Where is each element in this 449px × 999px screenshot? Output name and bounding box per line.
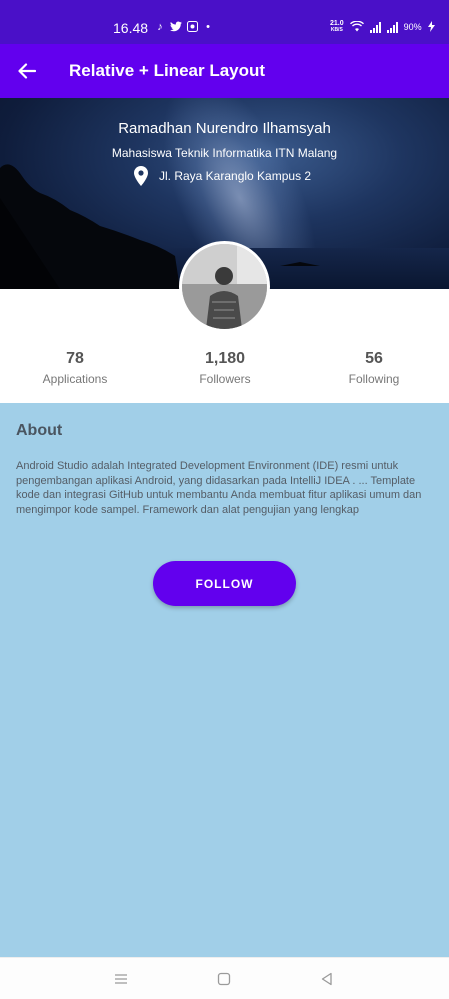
home-square-icon — [217, 972, 231, 986]
location-text: Jl. Raya Karanglo Kampus 2 — [159, 169, 312, 183]
about-section: About Android Studio adalah Integrated D… — [0, 403, 449, 957]
map-pin-icon — [134, 166, 148, 186]
follow-button[interactable]: FOLLOW — [153, 561, 296, 606]
avatar-photo — [182, 244, 267, 329]
system-nav-bar — [0, 957, 449, 999]
charging-icon — [427, 20, 435, 34]
stat-value: 78 — [66, 350, 84, 367]
profile-name: Ramadhan Nurendro Ilhamsyah — [118, 120, 331, 137]
twitter-icon — [170, 21, 182, 33]
status-bar: 16.48 ♪ • 21.0 KB/S 90% — [0, 0, 449, 44]
signal-icon — [386, 21, 398, 33]
notification-icons: ♪ • — [154, 21, 214, 33]
profile-subtitle: Mahasiswa Teknik Informatika ITN Malang — [111, 146, 338, 160]
profile-location: Jl. Raya Karanglo Kampus 2 — [133, 166, 311, 186]
system-icons: 21.0 KB/S 90% — [330, 20, 435, 34]
stat-label: Applications — [42, 372, 108, 386]
status-time: 16.48 — [113, 20, 149, 36]
stat-value: 1,180 — [204, 350, 246, 367]
net-speed: 21.0 KB/S — [330, 20, 344, 33]
about-text: Android Studio adalah Integrated Develop… — [16, 460, 422, 516]
menu-button[interactable] — [112, 970, 130, 988]
arrow-back-icon — [18, 63, 36, 79]
back-button[interactable] — [14, 58, 40, 84]
stat-label: Following — [348, 372, 400, 386]
app-title: Relative + Linear Layout — [69, 61, 266, 80]
stat-following[interactable]: 56 Following — [309, 350, 439, 386]
gallery-icon — [186, 21, 198, 33]
stat-followers[interactable]: 1,180 Followers — [160, 350, 290, 386]
stats-row: 78 Applications 1,180 Followers 56 Follo… — [0, 340, 449, 403]
stat-value: 56 — [365, 350, 383, 367]
stat-label: Followers — [199, 372, 251, 386]
back-nav-button[interactable] — [318, 970, 336, 988]
back-triangle-icon — [321, 972, 332, 986]
app-bar: Relative + Linear Layout — [0, 44, 449, 98]
stat-applications[interactable]: 78 Applications — [10, 350, 140, 386]
menu-icon — [115, 974, 127, 984]
home-button[interactable] — [215, 970, 233, 988]
tiktok-icon: ♪ — [157, 21, 163, 33]
dot-icon: • — [206, 21, 210, 33]
battery-level: 90% — [403, 22, 422, 32]
signal-icon — [369, 21, 381, 33]
wifi-icon — [349, 20, 364, 34]
avatar[interactable] — [179, 241, 270, 332]
about-title: About — [16, 422, 63, 439]
